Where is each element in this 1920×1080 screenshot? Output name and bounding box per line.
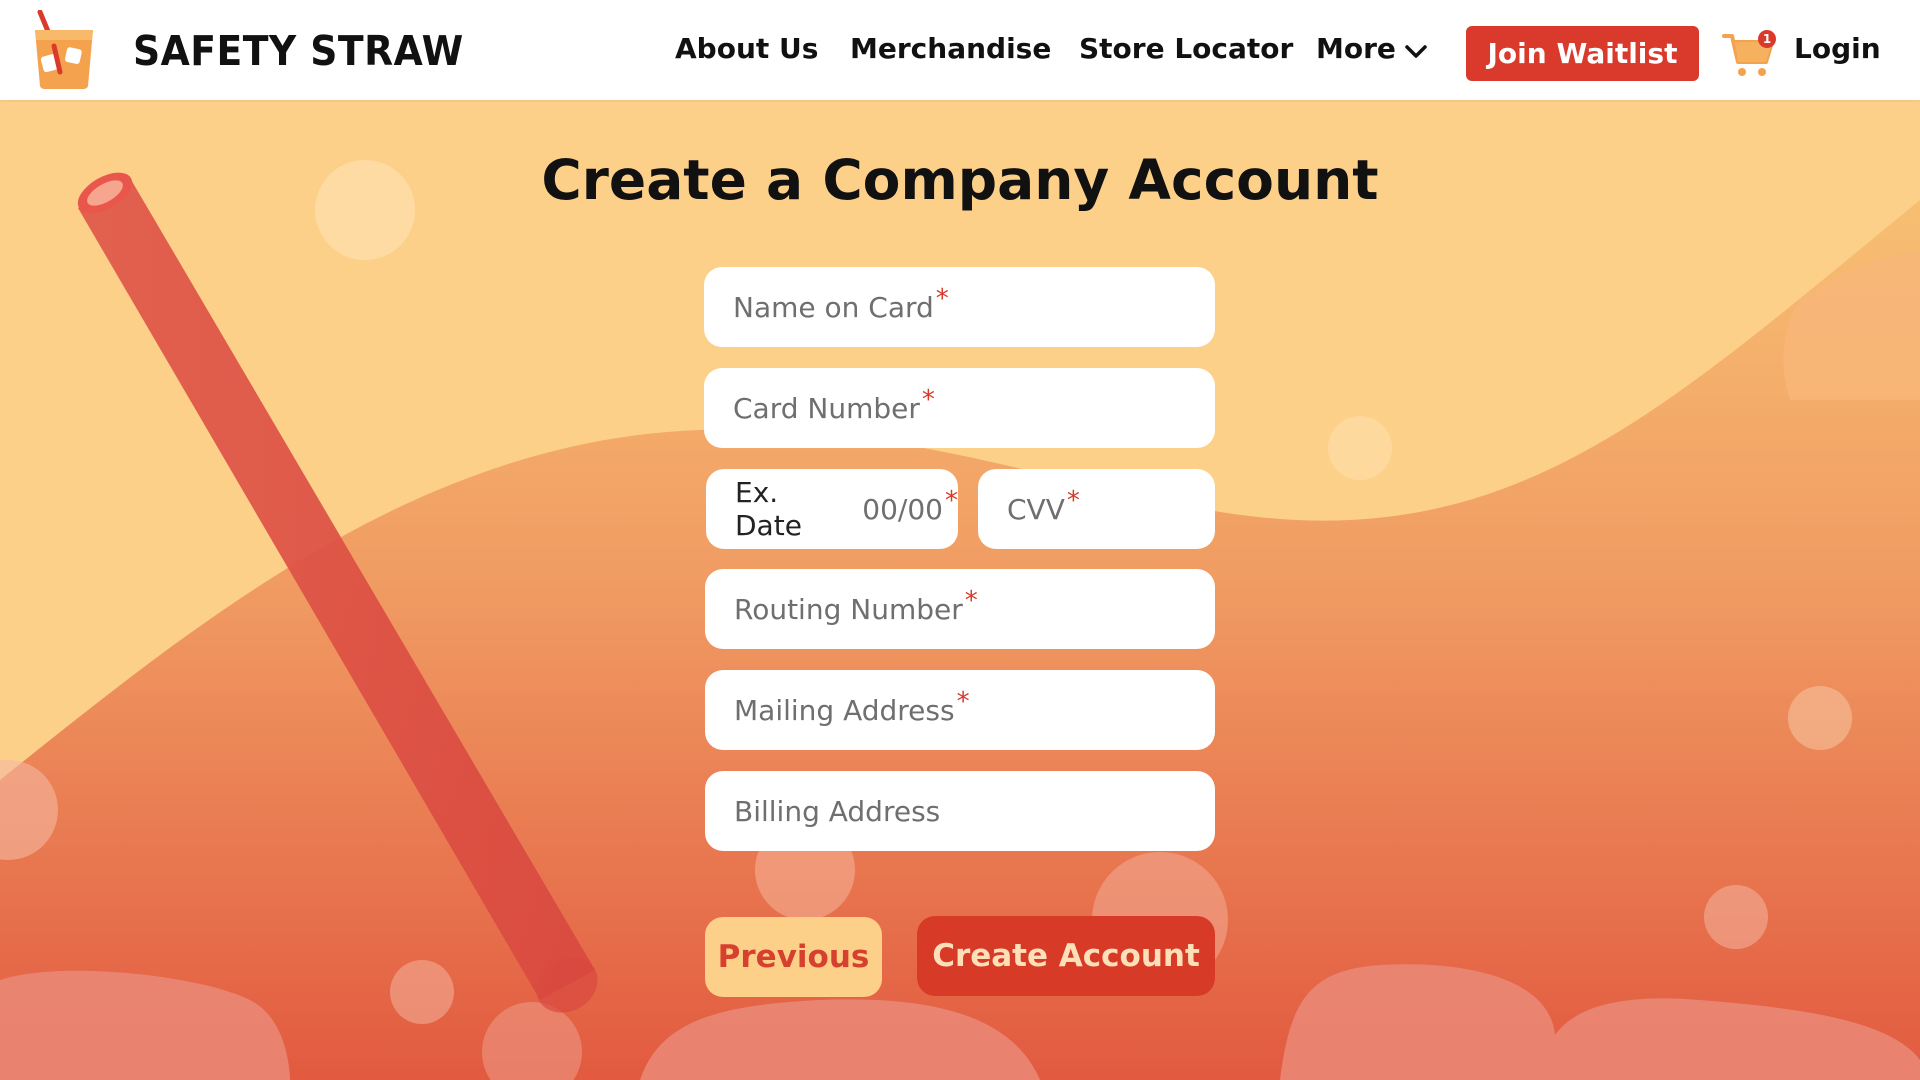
name-on-card-placeholder: Name on Card [733,290,934,324]
nav-store-locator[interactable]: Store Locator [1079,32,1293,65]
required-asterisk: * [945,486,958,516]
billing-address-field[interactable]: Billing Address [705,771,1215,851]
chevron-down-icon[interactable] [1405,44,1427,60]
brand-name[interactable]: SAFETY STRAW [133,27,464,75]
expiration-date-field[interactable]: Ex. Date 00/00 * [706,469,958,549]
join-waitlist-button[interactable]: Join Waitlist [1466,26,1699,81]
create-account-button[interactable]: Create Account [917,916,1215,996]
nav-about-us[interactable]: About Us [675,32,818,65]
page-title: Create a Company Account [541,148,1379,212]
ex-date-placeholder: 00/00 [862,492,943,526]
required-asterisk: * [956,687,970,717]
mailing-address-field[interactable]: Mailing Address * [705,670,1215,750]
ex-date-label: Ex. Date [735,476,802,542]
card-number-placeholder: Card Number [733,391,920,425]
routing-number-field[interactable]: Routing Number * [705,569,1215,649]
logo-icon[interactable] [32,10,96,90]
name-on-card-field[interactable]: Name on Card * [704,267,1215,347]
cvv-placeholder: CVV [1007,492,1065,526]
required-asterisk: * [1066,486,1080,516]
required-asterisk: * [935,284,949,314]
billing-address-placeholder: Billing Address [734,794,941,828]
site-header: SAFETY STRAW About Us Merchandise Store … [0,0,1920,100]
login-link[interactable]: Login [1794,32,1881,65]
cart-count-badge: 1 [1758,30,1776,48]
nav-more[interactable]: More [1316,32,1396,65]
cvv-field[interactable]: CVV * [978,469,1215,549]
required-asterisk: * [964,586,978,616]
mailing-address-placeholder: Mailing Address [734,693,955,727]
routing-number-placeholder: Routing Number [734,592,963,626]
required-asterisk: * [921,385,935,415]
nav-merchandise[interactable]: Merchandise [850,32,1051,65]
card-number-field[interactable]: Card Number * [704,368,1215,448]
previous-button[interactable]: Previous [705,917,882,997]
